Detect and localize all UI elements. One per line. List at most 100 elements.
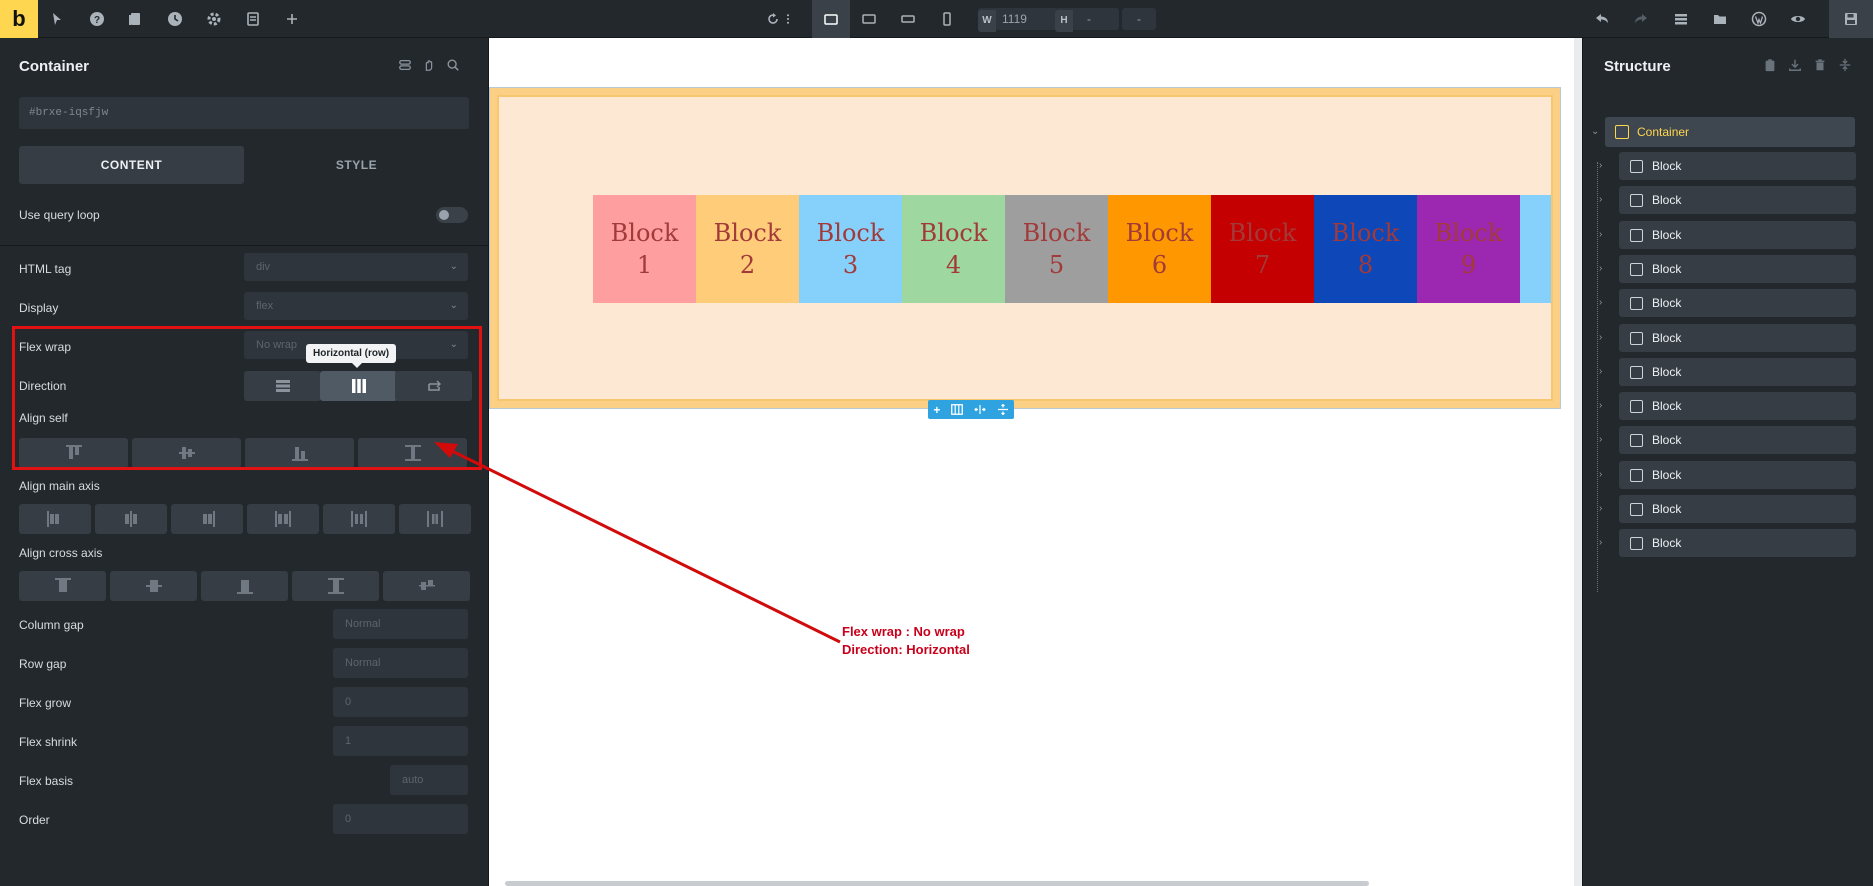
use-query-loop-toggle[interactable] bbox=[436, 207, 468, 223]
chevron-right-icon[interactable]: › bbox=[1599, 186, 1602, 214]
more-vertical-icon[interactable] bbox=[782, 0, 794, 38]
align-items-baseline-button[interactable] bbox=[383, 571, 470, 601]
canvas-block[interactable]: Blo10 bbox=[1520, 195, 1551, 303]
canvas-block[interactable]: Block 9 bbox=[1417, 195, 1520, 303]
justify-center-button[interactable] bbox=[95, 504, 167, 534]
hand-icon[interactable] bbox=[422, 58, 436, 72]
justify-between-button[interactable] bbox=[247, 504, 319, 534]
structure-item-block[interactable]: › Block bbox=[1599, 289, 1856, 318]
flex-basis-input[interactable]: auto bbox=[390, 765, 468, 795]
structure-item-block[interactable]: › Block bbox=[1599, 220, 1856, 249]
tab-style[interactable]: STYLE bbox=[244, 146, 469, 184]
wordpress-icon[interactable] bbox=[1742, 0, 1776, 38]
tab-content[interactable]: CONTENT bbox=[19, 146, 244, 184]
mobile-portrait-icon[interactable] bbox=[930, 0, 964, 38]
canvas-vertical-scrollbar[interactable] bbox=[1574, 38, 1582, 886]
justify-start-button[interactable] bbox=[19, 504, 91, 534]
settings-icon[interactable] bbox=[197, 0, 231, 38]
order-input[interactable]: 0 bbox=[333, 804, 468, 834]
structure-item-block[interactable]: › Block bbox=[1599, 357, 1856, 386]
flex-shrink-input[interactable]: 1 bbox=[333, 726, 468, 756]
tablet-landscape-icon[interactable] bbox=[852, 0, 886, 38]
clipboard-icon[interactable] bbox=[1763, 58, 1777, 72]
search-icon[interactable] bbox=[446, 58, 460, 72]
canvas-block[interactable]: Block 1 bbox=[593, 195, 696, 303]
structure-item-block[interactable]: › Block bbox=[1599, 323, 1856, 352]
layers-icon[interactable] bbox=[1664, 0, 1698, 38]
display-select[interactable]: flex ⌄ bbox=[244, 292, 468, 320]
preview-eye-icon[interactable] bbox=[1781, 0, 1815, 38]
trash-icon[interactable] bbox=[1813, 58, 1827, 72]
columns-icon[interactable] bbox=[951, 404, 964, 415]
horizontal-resize-icon[interactable] bbox=[973, 404, 986, 415]
align-items-center-button[interactable] bbox=[110, 571, 197, 601]
builder-canvas[interactable]: Block 1 Block 2 Block 3 Block 4 Block 5 Block 6 Bloc… bbox=[489, 38, 1582, 886]
justify-end-button[interactable] bbox=[171, 504, 243, 534]
canvas-block[interactable]: Block 6 bbox=[1108, 195, 1211, 303]
row-gap-input[interactable]: Normal bbox=[333, 648, 468, 678]
align-items-stretch-button[interactable] bbox=[292, 571, 379, 601]
structure-item-block[interactable]: › Block bbox=[1599, 186, 1856, 215]
structure-item-block[interactable]: › Block bbox=[1599, 460, 1856, 489]
html-tag-select[interactable]: div ⌄ bbox=[244, 253, 468, 281]
canvas-block[interactable]: Block 8 bbox=[1314, 195, 1417, 303]
align-items-start-button[interactable] bbox=[19, 571, 106, 601]
bricks-logo[interactable]: b bbox=[0, 0, 38, 38]
chevron-right-icon[interactable]: › bbox=[1599, 289, 1602, 317]
structure-item-block[interactable]: › Block bbox=[1599, 254, 1856, 283]
chevron-right-icon[interactable]: › bbox=[1599, 152, 1602, 180]
canvas-horizontal-scrollbar[interactable] bbox=[505, 881, 1369, 886]
flex-grow-input[interactable]: 0 bbox=[333, 687, 468, 717]
download-icon[interactable] bbox=[1788, 58, 1802, 72]
redo-icon[interactable] bbox=[1624, 0, 1658, 38]
justify-end-icon bbox=[203, 511, 215, 527]
mobile-landscape-icon[interactable] bbox=[891, 0, 925, 38]
container-element[interactable]: Block 1 Block 2 Block 3 Block 4 Block 5 Block 6 Bloc… bbox=[489, 87, 1561, 409]
add-element-icon[interactable]: + bbox=[933, 403, 940, 417]
chevron-right-icon[interactable]: › bbox=[1599, 529, 1602, 557]
element-id-field[interactable]: #brxe-iqsfjw bbox=[19, 97, 469, 129]
structure-item-container[interactable]: Container bbox=[1605, 117, 1855, 147]
help-icon[interactable]: ? bbox=[80, 0, 114, 38]
structure-item-block[interactable]: › Block bbox=[1599, 392, 1856, 421]
undo-icon[interactable] bbox=[1585, 0, 1619, 38]
height-input[interactable]: H- bbox=[1055, 8, 1119, 32]
vertical-resize-icon[interactable] bbox=[997, 404, 1009, 415]
canvas-block[interactable]: Block 3 bbox=[799, 195, 902, 303]
structure-item-block[interactable]: › Block bbox=[1599, 426, 1856, 455]
element-classes-icon[interactable] bbox=[398, 58, 412, 72]
structure-item-block[interactable]: › Block bbox=[1599, 495, 1856, 523]
block-icon bbox=[1630, 503, 1643, 516]
folder-icon[interactable] bbox=[1703, 0, 1737, 38]
chevron-right-icon[interactable]: › bbox=[1599, 255, 1602, 283]
scale-input[interactable]: - bbox=[1122, 8, 1156, 30]
element-controls[interactable]: + bbox=[928, 400, 1014, 419]
structure-item-block[interactable]: › Block bbox=[1599, 152, 1856, 180]
chevron-right-icon[interactable]: › bbox=[1599, 324, 1602, 352]
css-file-icon[interactable] bbox=[236, 0, 270, 38]
structure-item-block[interactable]: › Block bbox=[1599, 529, 1856, 558]
collapse-icon[interactable] bbox=[1838, 58, 1852, 72]
cursor-icon[interactable] bbox=[40, 0, 74, 38]
canvas-block[interactable]: Block 7 bbox=[1211, 195, 1314, 303]
width-input[interactable]: W 1119 bbox=[978, 8, 1058, 32]
add-icon[interactable] bbox=[275, 0, 309, 38]
history-icon[interactable] bbox=[158, 0, 192, 38]
chevron-right-icon[interactable]: › bbox=[1599, 358, 1602, 386]
chevron-right-icon[interactable]: › bbox=[1599, 495, 1602, 523]
chevron-right-icon[interactable]: › bbox=[1599, 461, 1602, 489]
save-icon[interactable] bbox=[1829, 0, 1873, 38]
canvas-block[interactable]: Block 4 bbox=[902, 195, 1005, 303]
canvas-block[interactable]: Block 5 bbox=[1005, 195, 1108, 303]
chevron-right-icon[interactable]: › bbox=[1599, 426, 1602, 454]
column-gap-input[interactable]: Normal bbox=[333, 609, 468, 639]
chevron-right-icon[interactable]: › bbox=[1599, 221, 1602, 249]
desktop-breakpoint-icon[interactable] bbox=[812, 0, 850, 38]
justify-around-button[interactable] bbox=[323, 504, 395, 534]
chevron-right-icon[interactable]: › bbox=[1599, 392, 1602, 420]
align-items-end-button[interactable] bbox=[201, 571, 288, 601]
pages-icon[interactable] bbox=[118, 0, 152, 38]
justify-evenly-button[interactable] bbox=[399, 504, 471, 534]
chevron-down-icon[interactable]: ⌄ bbox=[1591, 126, 1599, 137]
canvas-block[interactable]: Block 2 bbox=[696, 195, 799, 303]
